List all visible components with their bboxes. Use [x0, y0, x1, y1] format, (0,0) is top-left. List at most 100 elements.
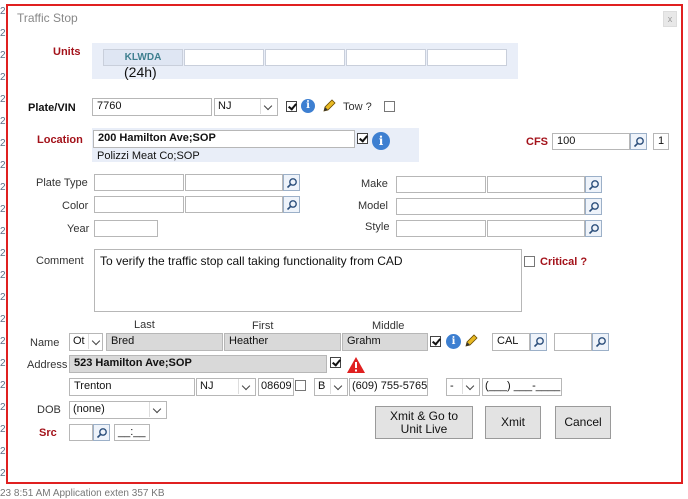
plate-input[interactable]: 7760 [92, 98, 212, 116]
phone2-input[interactable]: (___) ___-____ [482, 378, 562, 396]
cancel-button[interactable]: Cancel [555, 406, 611, 439]
year-input[interactable] [94, 220, 158, 237]
style-desc-input[interactable] [487, 220, 585, 237]
city-input[interactable]: Trenton [69, 378, 195, 396]
col-first-header: First [252, 320, 274, 332]
make-desc-input[interactable] [487, 176, 585, 193]
src-label: Src [39, 427, 57, 439]
pencil-icon[interactable] [463, 333, 479, 349]
comment-textarea[interactable]: To verify the traffic stop call taking f… [94, 249, 522, 312]
tow-checkbox[interactable] [384, 101, 395, 112]
location-address-input[interactable]: 200 Hamilton Ave;SOP [93, 130, 355, 148]
model-search-button[interactable] [585, 198, 602, 215]
cfs-input[interactable]: 100 [552, 133, 630, 150]
person-state-value: NJ [200, 380, 214, 392]
name-info-icon[interactable]: i [446, 334, 461, 349]
color-label: Color [62, 200, 89, 212]
src-input[interactable] [69, 424, 93, 441]
zip-checkbox[interactable] [295, 380, 306, 391]
phone-input[interactable]: (609) 755-5765 [349, 378, 428, 396]
title-bar: Traffic Stop x [8, 6, 681, 28]
unit-slot-2[interactable] [184, 49, 264, 66]
chevron-down-icon [330, 379, 347, 394]
location-label: Location [37, 134, 83, 146]
search-icon [633, 137, 644, 148]
model-input[interactable] [396, 198, 585, 215]
search-icon [96, 428, 107, 439]
color-code-input[interactable] [94, 196, 184, 213]
extra-search-button[interactable] [592, 333, 609, 351]
cfs-search-button[interactable] [630, 133, 647, 150]
style-code-input[interactable] [396, 220, 486, 237]
name-label: Name [30, 337, 60, 349]
src-time-input[interactable]: __:__ [114, 424, 150, 441]
window-title: Traffic Stop [17, 11, 78, 25]
address-label: Address [27, 359, 68, 371]
background-file-row: 23 8:51 AM Application exten 357 KB [0, 488, 165, 499]
units-label: Units [53, 46, 81, 58]
race-select[interactable]: B [314, 378, 348, 396]
cfs-label: CFS [526, 136, 548, 148]
xmit-go-unit-live-button[interactable]: Xmit & Go to Unit Live [375, 406, 473, 439]
middle-name-input[interactable]: Grahm [342, 333, 428, 351]
make-label: Make [361, 178, 388, 190]
phone-type-select[interactable]: - [446, 378, 480, 396]
make-search-button[interactable] [585, 176, 602, 193]
phone-type-value: - [450, 380, 454, 392]
location-info-icon[interactable]: i [372, 132, 390, 150]
plate-type-desc-input[interactable] [185, 174, 283, 191]
plate-state-select[interactable]: NJ [214, 98, 278, 116]
close-button[interactable]: x [663, 11, 677, 27]
dob-label: DOB [37, 404, 61, 416]
name-prefix-value: Ot [73, 335, 85, 347]
dob-select[interactable]: (none) [69, 401, 167, 419]
name-verify-checkbox[interactable] [430, 336, 441, 347]
critical-label: Critical ? [540, 256, 588, 268]
location-verify-checkbox[interactable] [357, 133, 368, 144]
dob-value: (none) [73, 403, 105, 415]
plate-type-label: Plate Type [36, 177, 88, 189]
race-value: B [318, 380, 326, 392]
plate-label: Plate/VIN [28, 102, 76, 114]
plate-info-icon[interactable]: i [301, 99, 315, 113]
xmit-button[interactable]: Xmit [485, 406, 541, 439]
name-prefix-select[interactable]: Ot [69, 333, 103, 351]
cal-input[interactable]: CAL [492, 333, 530, 351]
unit-slot-5[interactable] [427, 49, 507, 66]
chevron-down-icon [260, 99, 277, 114]
critical-checkbox[interactable] [524, 256, 535, 267]
cfs-count: 1 [653, 133, 669, 150]
chevron-down-icon [238, 379, 255, 394]
first-name-input[interactable]: Heather [224, 333, 341, 351]
chevron-down-icon [149, 402, 166, 417]
plate-type-code-input[interactable] [94, 174, 184, 191]
src-search-button[interactable] [93, 424, 110, 441]
comment-label: Comment [36, 255, 84, 267]
person-address-input[interactable]: 523 Hamilton Ave;SOP [69, 355, 327, 373]
last-name-input[interactable]: Bred [106, 333, 223, 351]
model-label: Model [358, 200, 388, 212]
color-desc-input[interactable] [185, 196, 283, 213]
person-state-select[interactable]: NJ [196, 378, 256, 396]
plate-verify-checkbox[interactable] [286, 101, 297, 112]
comment-text: To verify the traffic stop call taking f… [100, 254, 403, 268]
unit-slot-3[interactable] [265, 49, 345, 66]
traffic-stop-dialog: Traffic Stop x Units KLWDA (24h) Plate/V… [6, 4, 683, 484]
plate-type-search-button[interactable] [283, 174, 300, 191]
style-search-button[interactable] [585, 220, 602, 237]
search-icon [286, 200, 297, 211]
unit-code: KLWDA [124, 52, 162, 63]
location-common-name: Polizzi Meat Co;SOP [97, 150, 200, 162]
unit-slot-4[interactable] [346, 49, 426, 66]
cal-search-button[interactable] [530, 333, 547, 351]
col-last-header: Last [134, 319, 155, 331]
search-icon [533, 337, 544, 348]
extra-code-input[interactable] [554, 333, 592, 351]
color-search-button[interactable] [283, 196, 300, 213]
search-icon [588, 202, 599, 213]
pencil-icon[interactable] [321, 98, 337, 114]
zip-input[interactable]: 08609 [258, 378, 294, 396]
address-verify-checkbox[interactable] [330, 357, 341, 368]
make-code-input[interactable] [396, 176, 486, 193]
chevron-down-icon [88, 334, 102, 349]
